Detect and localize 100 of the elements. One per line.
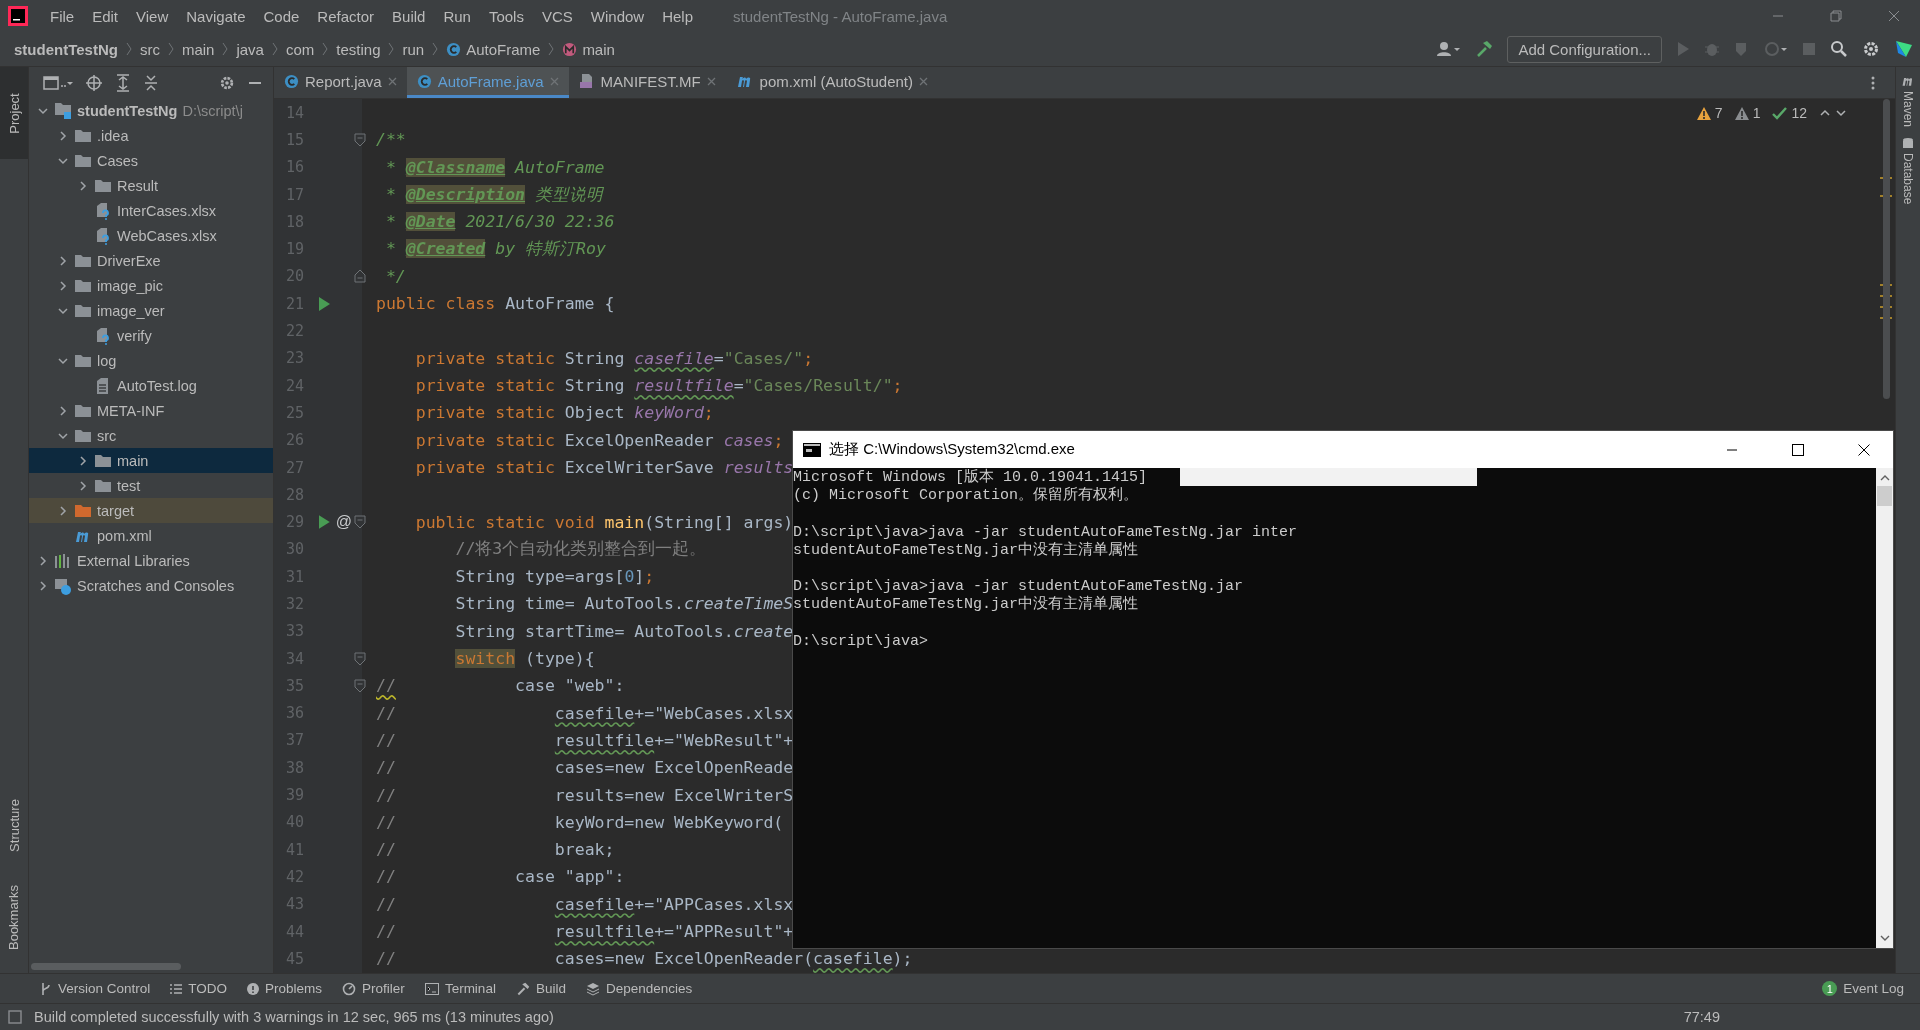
breadcrumb[interactable]: AutoFrame <box>466 40 541 58</box>
chevron-icon[interactable] <box>57 254 69 267</box>
search-icon[interactable] <box>1830 40 1848 58</box>
tree-item[interactable]: DriverExe <box>97 252 161 269</box>
breadcrumb[interactable]: run <box>402 40 425 58</box>
scroll-down-icon[interactable] <box>1879 934 1890 942</box>
cursor-position[interactable]: 77:49 <box>1683 1009 1720 1025</box>
tool-window-tab[interactable]: Bookmarks <box>0 871 28 963</box>
run-icon[interactable] <box>318 515 330 530</box>
menu-item[interactable]: Refactor <box>309 7 383 25</box>
scrollbar-thumb[interactable] <box>31 962 181 970</box>
maximize-icon[interactable] <box>1792 443 1804 456</box>
fold-icon[interactable] <box>354 515 366 530</box>
tree-item[interactable]: test <box>117 477 141 494</box>
tool-window-button[interactable]: Version Control <box>40 981 151 996</box>
hammer-icon[interactable] <box>1475 40 1494 58</box>
tool-window-button[interactable]: Build <box>515 981 566 996</box>
menu-item[interactable]: View <box>128 7 177 25</box>
breadcrumb[interactable]: studentTestNg <box>14 40 118 58</box>
tree-item[interactable]: log <box>97 352 117 369</box>
editor-tab[interactable]: Report.java <box>274 67 407 98</box>
tool-window-tab[interactable]: Project <box>0 67 28 159</box>
menu-item[interactable]: Tools <box>480 7 532 25</box>
fold-icon[interactable] <box>354 132 366 147</box>
editor-tab[interactable]: pom.xml (AutoStudent) <box>725 67 938 98</box>
tree-item[interactable]: image_pic <box>97 277 164 294</box>
settings-icon[interactable] <box>1862 40 1880 58</box>
tree-item[interactable]: Cases <box>97 152 139 169</box>
breadcrumb[interactable]: testing <box>336 40 381 58</box>
collapse-all-icon[interactable] <box>143 73 159 92</box>
tool-window-button[interactable]: TODO <box>170 981 228 996</box>
breadcrumb[interactable]: main <box>181 40 215 58</box>
menu-item[interactable]: Help <box>654 7 702 25</box>
tree-item[interactable]: studentTestNg <box>77 102 178 119</box>
fold-icon[interactable] <box>354 269 366 284</box>
menu-item[interactable]: File <box>42 7 83 25</box>
tool-window-tab[interactable]: Maven <box>1901 75 1915 128</box>
chevron-icon[interactable] <box>57 404 69 417</box>
tree-item[interactable]: main <box>117 452 149 469</box>
chevron-icon[interactable] <box>37 579 49 592</box>
breadcrumb[interactable]: com <box>285 40 315 58</box>
menu-item[interactable]: Run <box>435 7 479 25</box>
tree-item[interactable]: META-INF <box>97 402 165 419</box>
menu-item[interactable]: Window <box>582 7 653 25</box>
expand-all-icon[interactable] <box>115 73 131 92</box>
tree-item[interactable]: verify <box>117 327 152 344</box>
editor-tab[interactable]: MANIFEST.MF <box>568 67 726 98</box>
tree-item[interactable]: .idea <box>97 127 129 144</box>
maven-icon[interactable] <box>1901 75 1915 87</box>
restore-icon[interactable] <box>1830 10 1842 22</box>
override-marker[interactable]: @ <box>335 513 352 532</box>
tree-item[interactable]: AutoTest.log <box>117 377 197 394</box>
tree-item[interactable]: Scratches and Consoles <box>77 577 235 594</box>
tool-window-button[interactable]: Profiler <box>342 981 405 996</box>
tool-window-button[interactable]: Terminal <box>424 981 496 996</box>
panel-layout-icon[interactable] <box>43 74 73 91</box>
tree-item[interactable]: image_ver <box>97 302 165 319</box>
chevron-icon[interactable] <box>57 129 69 142</box>
menu-item[interactable]: Navigate <box>178 7 254 25</box>
menu-item[interactable]: Edit <box>84 7 127 25</box>
chevron-icon[interactable] <box>77 454 89 467</box>
chevron-icon[interactable] <box>57 504 69 517</box>
tree-item[interactable]: Result <box>117 177 159 194</box>
scrollbar-thumb[interactable] <box>1877 486 1892 506</box>
chevron-icon[interactable] <box>57 279 69 292</box>
tree-item[interactable]: pom.xml <box>97 527 152 544</box>
breadcrumb[interactable]: src <box>139 40 160 58</box>
menu-item[interactable]: VCS <box>533 7 581 25</box>
chevron-icon[interactable] <box>37 554 49 567</box>
breadcrumb[interactable]: java <box>236 40 264 58</box>
scroll-up-icon[interactable] <box>1879 474 1890 482</box>
chevron-icon[interactable] <box>77 479 89 492</box>
check-icon[interactable] <box>1772 106 1788 120</box>
menu-item[interactable]: Code <box>255 7 308 25</box>
toolbox-logo-icon[interactable] <box>1894 39 1914 59</box>
fold-icon[interactable] <box>354 651 366 666</box>
panel-toggle-icon[interactable] <box>8 1010 22 1024</box>
close-icon[interactable] <box>1858 443 1870 456</box>
tool-window-button[interactable]: Problems <box>247 981 323 996</box>
locate-icon[interactable] <box>85 73 103 92</box>
user-icon[interactable] <box>1437 41 1462 57</box>
tree-item[interactable]: External Libraries <box>77 552 190 569</box>
add-configuration-button[interactable]: Add Configuration... <box>1507 35 1662 63</box>
fold-icon[interactable] <box>354 678 366 693</box>
event-log-button[interactable]: 1 Event Log <box>1822 981 1904 996</box>
breadcrumb[interactable]: main <box>582 40 615 58</box>
run-icon[interactable] <box>318 296 330 311</box>
tree-item[interactable]: InterCases.xlsx <box>117 202 217 219</box>
chevron-down-icon[interactable] <box>1835 107 1847 119</box>
tree-item[interactable]: target <box>97 502 135 519</box>
tree-item[interactable]: src <box>97 427 117 444</box>
settings-icon[interactable] <box>219 74 235 91</box>
tool-window-tab[interactable]: Database <box>1901 137 1915 205</box>
scrollbar-thumb[interactable] <box>1883 99 1890 399</box>
database-icon[interactable] <box>1902 137 1914 150</box>
tool-window-tab[interactable]: Structure <box>0 779 28 871</box>
chevron-icon[interactable] <box>77 179 89 192</box>
tool-window-button[interactable]: Dependencies <box>585 981 693 996</box>
menu-item[interactable]: Build <box>384 7 434 25</box>
tree-item[interactable]: WebCases.xlsx <box>117 227 217 244</box>
